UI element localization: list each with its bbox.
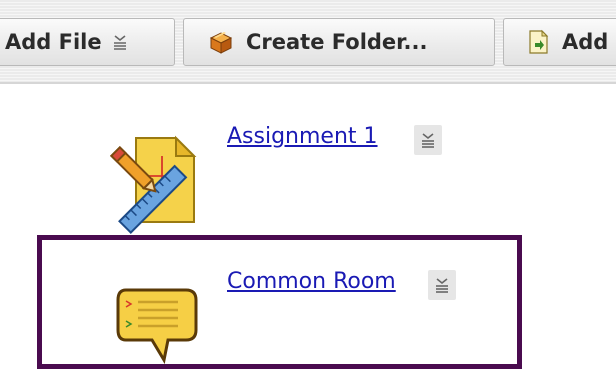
add-file-button[interactable]: Add File xyxy=(0,18,175,66)
assignment-icon xyxy=(104,130,200,240)
menu-lines-icon xyxy=(436,278,448,293)
add-label: Add xyxy=(562,30,609,54)
selected-item-highlight xyxy=(37,235,522,369)
add-button[interactable]: Add xyxy=(503,18,616,66)
common-room-link[interactable]: Common Room xyxy=(227,269,396,294)
menu-lines-icon[interactable] xyxy=(112,33,128,51)
toolbar-divider xyxy=(0,82,616,84)
add-file-label: Add File xyxy=(5,30,102,54)
assignment-link[interactable]: Assignment 1 xyxy=(227,124,378,149)
page: Add File Create Folder... Add Assignment… xyxy=(0,0,616,371)
assignment-menu-button[interactable] xyxy=(414,125,442,155)
common-room-menu-button[interactable] xyxy=(428,270,456,300)
create-folder-label: Create Folder... xyxy=(246,30,428,54)
forum-icon xyxy=(116,284,206,371)
add-page-icon xyxy=(526,29,550,55)
create-folder-button[interactable]: Create Folder... xyxy=(183,18,495,66)
menu-lines-icon xyxy=(422,133,434,148)
toolbar: Add File Create Folder... Add xyxy=(0,0,616,84)
folder-box-icon xyxy=(208,29,234,55)
